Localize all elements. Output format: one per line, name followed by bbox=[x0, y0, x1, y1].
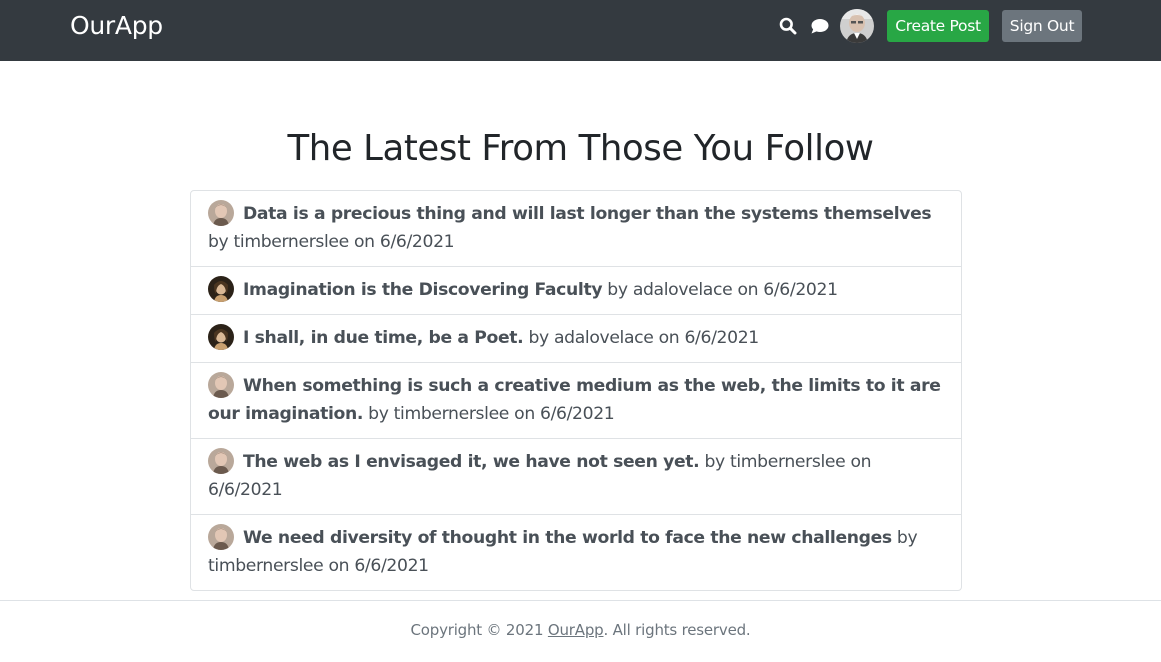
feed-post-item[interactable]: I shall, in due time, be a Poet. by adal… bbox=[191, 315, 961, 363]
feed-post-item[interactable]: When something is such a creative medium… bbox=[191, 363, 961, 439]
sign-out-button[interactable]: Sign Out bbox=[1002, 10, 1082, 42]
create-post-button[interactable]: Create Post bbox=[887, 10, 989, 42]
post-date: 6/6/2021 bbox=[354, 556, 429, 576]
on-label: on bbox=[850, 452, 872, 472]
author-avatar-icon bbox=[208, 276, 234, 302]
navbar-actions: Create Post Sign Out bbox=[778, 9, 1082, 43]
post-date: 6/6/2021 bbox=[684, 328, 759, 348]
top-navbar: OurApp Create Post Sign Out bbox=[0, 0, 1161, 61]
on-label: on bbox=[354, 232, 375, 252]
by-label: by bbox=[607, 280, 628, 300]
post-author: timbernerslee bbox=[729, 452, 846, 472]
post-title: I shall, in due time, be a Poet. bbox=[243, 328, 524, 348]
feed-post-item[interactable]: Imagination is the Discovering Faculty b… bbox=[191, 267, 961, 315]
post-author: timbernerslee bbox=[208, 556, 324, 576]
by-label: by bbox=[208, 232, 229, 252]
on-label: on bbox=[328, 556, 350, 576]
on-label: on bbox=[658, 328, 680, 348]
chat-icon[interactable] bbox=[809, 16, 829, 36]
feed-post-item[interactable]: Data is a precious thing and will last l… bbox=[191, 191, 961, 267]
author-avatar-icon bbox=[208, 324, 234, 350]
author-avatar-icon bbox=[208, 524, 234, 550]
brand-logo-link[interactable]: OurApp bbox=[70, 11, 163, 40]
post-author: adalovelace bbox=[632, 280, 733, 300]
by-label: by bbox=[896, 528, 918, 548]
author-avatar-icon bbox=[208, 200, 234, 226]
post-author: adalovelace bbox=[554, 328, 654, 348]
post-date: 6/6/2021 bbox=[540, 404, 615, 424]
feed-post-item[interactable]: We need diversity of thought in the worl… bbox=[191, 515, 961, 590]
post-title: The web as I envisaged it, we have not s… bbox=[243, 452, 700, 472]
copyright-text: Copyright © 2021 OurApp. All rights rese… bbox=[0, 621, 1161, 639]
search-icon[interactable] bbox=[778, 16, 798, 36]
post-date: 6/6/2021 bbox=[763, 280, 838, 300]
by-label: by bbox=[368, 404, 389, 424]
post-author: timbernerslee bbox=[233, 232, 350, 252]
by-label: by bbox=[704, 452, 725, 472]
user-avatar[interactable] bbox=[840, 9, 874, 43]
page-footer: Copyright © 2021 OurApp. All rights rese… bbox=[0, 600, 1161, 662]
feed-post-item[interactable]: The web as I envisaged it, we have not s… bbox=[191, 439, 961, 515]
author-avatar-icon bbox=[208, 448, 234, 474]
following-feed-list: Data is a precious thing and will last l… bbox=[190, 190, 962, 591]
page-title: The Latest From Those You Follow bbox=[287, 128, 874, 169]
post-date: 6/6/2021 bbox=[208, 480, 283, 500]
on-label: on bbox=[514, 404, 535, 424]
footer-home-link[interactable]: OurApp bbox=[548, 621, 604, 639]
post-title: Data is a precious thing and will last l… bbox=[243, 204, 932, 224]
copyright-suffix: . All rights reserved. bbox=[603, 621, 751, 639]
post-author: timbernerslee bbox=[393, 404, 510, 424]
author-avatar-icon bbox=[208, 372, 234, 398]
post-title: We need diversity of thought in the worl… bbox=[243, 528, 892, 548]
on-label: on bbox=[737, 280, 759, 300]
by-label: by bbox=[528, 328, 549, 348]
post-title: Imagination is the Discovering Faculty bbox=[243, 280, 603, 300]
copyright-prefix: Copyright © 2021 bbox=[410, 621, 544, 639]
post-date: 6/6/2021 bbox=[379, 232, 455, 252]
